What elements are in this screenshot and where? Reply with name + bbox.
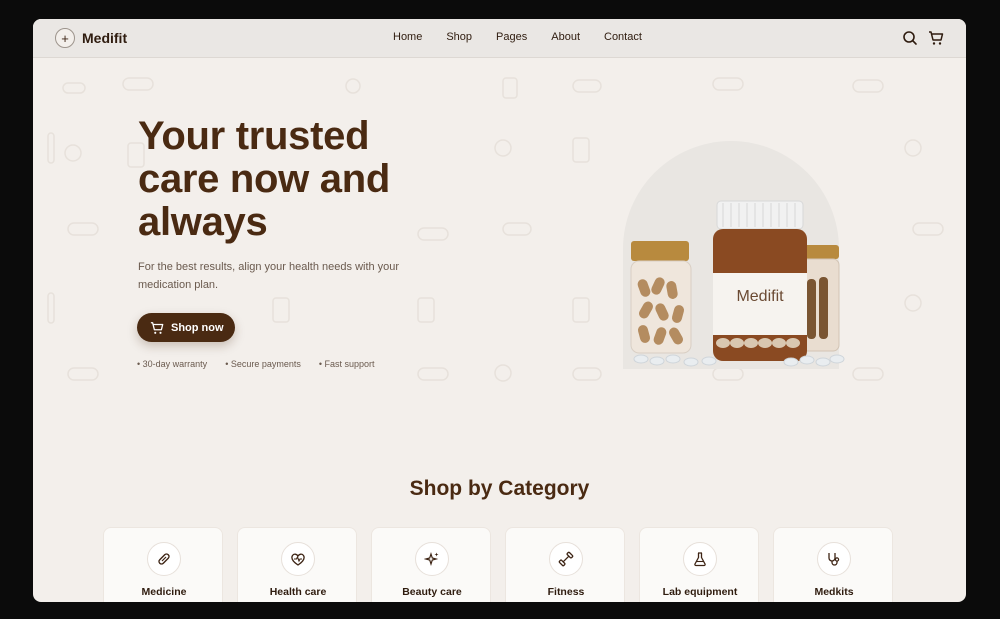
search-icon[interactable]: [902, 30, 918, 46]
sparkle-icon: [415, 542, 449, 576]
categories-title: Shop by Category: [409, 477, 590, 500]
main-menu: Home Shop Pages About Contact: [393, 31, 666, 43]
category-label: Fitness: [547, 586, 585, 598]
category-card-fitness[interactable]: Fitness: [505, 527, 625, 602]
stethoscope-icon: [817, 542, 851, 576]
brand-name: Medifit: [82, 30, 128, 46]
category-label: Medicine: [141, 586, 187, 598]
nav-contact-link[interactable]: Contact: [604, 31, 642, 43]
category-label: Health care: [269, 586, 327, 598]
category-label: Lab equipment: [662, 586, 738, 598]
category-label: Beauty care: [402, 586, 462, 598]
shop-now-button[interactable]: Shop now: [137, 313, 235, 342]
perk-fast-support: • Fast support: [318, 359, 375, 369]
browser-window: + Medifit Home Shop Pages About Contact …: [33, 19, 966, 602]
category-card-medicine[interactable]: Medicine: [103, 527, 223, 602]
hero-perks: • 30-day warranty • Secure payments • Fa…: [137, 359, 393, 369]
hero-subtitle: For the best results, align your health …: [138, 261, 400, 291]
heart-pulse-icon: [281, 542, 315, 576]
cart-icon[interactable]: [928, 30, 944, 46]
flask-icon: [683, 542, 717, 576]
perk-warranty: • 30-day warranty: [137, 359, 208, 369]
nav-about-link[interactable]: About: [551, 31, 580, 43]
pill-icon: [147, 542, 181, 576]
bottle-label: Medifit: [736, 288, 784, 305]
nav-pages-link[interactable]: Pages: [496, 31, 527, 43]
nav-home-link[interactable]: Home: [393, 31, 422, 43]
perk-secure-payments: • Secure payments: [225, 359, 301, 369]
plus-icon: +: [55, 28, 75, 48]
category-card-beauty-care[interactable]: Beauty care: [371, 527, 491, 602]
shop-now-label: Shop now: [171, 321, 224, 334]
product-bottles-image: Medifit: [623, 141, 845, 369]
category-card-medkits[interactable]: Medkits: [773, 527, 893, 602]
brand-logo[interactable]: + Medifit: [55, 28, 127, 48]
dumbbell-icon: [549, 542, 583, 576]
category-card-health-care[interactable]: Health care: [237, 527, 357, 602]
cart-icon: [150, 321, 164, 334]
nav-shop-link[interactable]: Shop: [446, 31, 472, 43]
nav-actions: [902, 30, 944, 46]
category-card-lab-equipment[interactable]: Lab equipment: [639, 527, 759, 602]
top-navbar: + Medifit Home Shop Pages About Contact: [33, 19, 966, 58]
category-list: Medicine Health care Beauty care Fitness…: [103, 527, 893, 602]
category-label: Medkits: [814, 586, 854, 598]
hero-title: Your trusted care now and always: [138, 114, 391, 244]
